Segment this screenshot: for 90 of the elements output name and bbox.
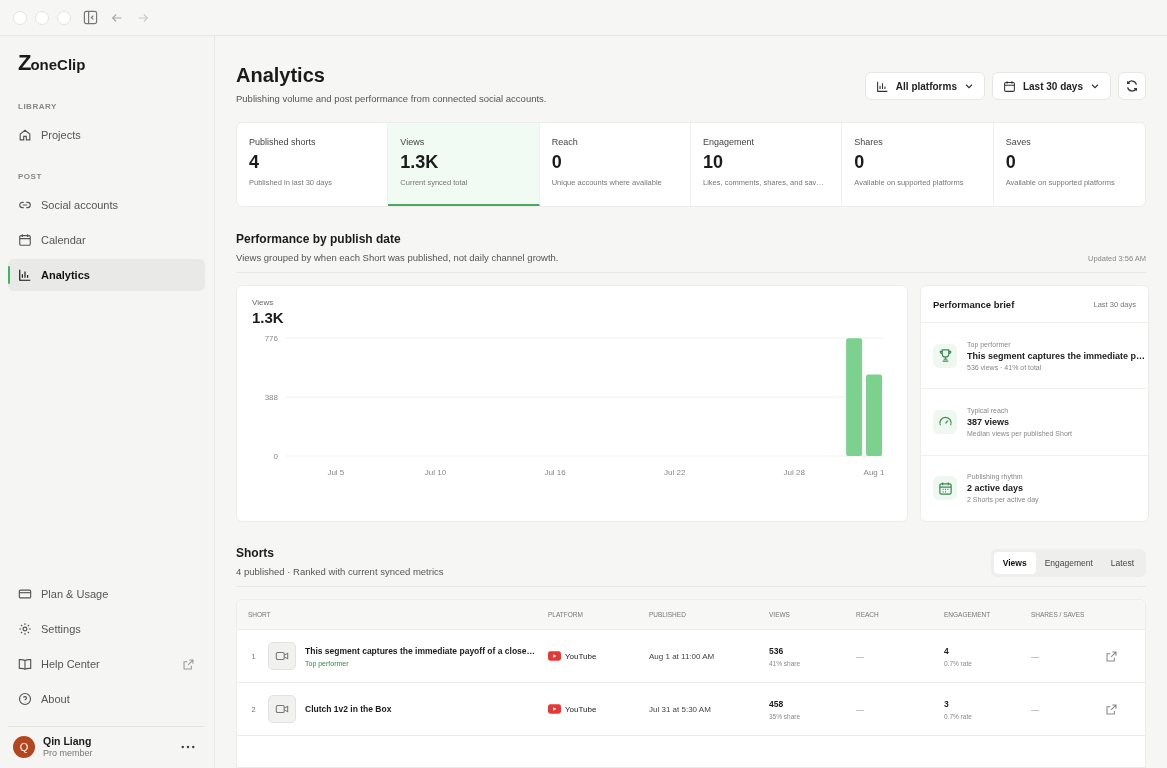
engagement-count: 4 (944, 645, 949, 656)
calendar-icon (933, 476, 957, 501)
platform-filter[interactable]: All platforms (864, 72, 985, 100)
external-link-icon[interactable] (1105, 649, 1118, 663)
stat-value: 4 (249, 152, 259, 173)
brief-value: 387 views (967, 417, 1010, 427)
settings-icon (18, 622, 32, 636)
sidebar-item[interactable]: Calendar (8, 224, 205, 256)
bar-chart-icon (875, 79, 889, 93)
card-title: Performance brief (933, 298, 1015, 310)
user-name: Qin Liang (43, 735, 92, 747)
play-logo-icon (548, 704, 561, 714)
sort-tab[interactable]: Views (993, 552, 1036, 574)
sidebar-item[interactable]: Social accounts (8, 189, 205, 221)
axis-label: Jul 10 (424, 468, 447, 477)
axis-label: Jul 5 (327, 468, 345, 477)
chart-label: Views (252, 298, 274, 307)
axis-label: 0 (273, 452, 278, 461)
page-title: Analytics (236, 64, 325, 87)
date-range-filter[interactable]: Last 30 days (991, 72, 1111, 100)
views-count: 536 (769, 645, 784, 656)
stat-label: Shares (854, 137, 883, 147)
sidebar-item[interactable]: Help Center (8, 648, 205, 680)
question-icon (18, 692, 32, 706)
axis-label: 776 (264, 334, 278, 343)
shares-saves-value: — (1031, 651, 1039, 661)
calendar-icon (1002, 79, 1016, 93)
short-title[interactable]: Clutch 1v2 in the Box (305, 704, 392, 714)
stat-label: Reach (551, 137, 578, 147)
chevron-down-icon (963, 81, 974, 91)
platform-name: YouTube (565, 651, 597, 661)
publish-date: Aug 1 at 11:00 AM (649, 651, 715, 661)
axis-label: Jul 28 (783, 468, 805, 477)
gauge-icon (933, 410, 957, 434)
section-title: Performance by publish date (236, 232, 401, 246)
section-title: Shorts (236, 546, 274, 560)
stat-label: Saves (1005, 137, 1031, 147)
sidebar-item[interactable]: Analytics (8, 259, 205, 291)
page-subtitle: Publishing volume and post performance from connected social accounts. (236, 93, 547, 104)
brief-value: This segment captures the immediate p… (967, 350, 1146, 361)
sort-tab[interactable]: Engagement (1035, 552, 1102, 574)
section-subtitle: 4 published · Ranked with current synced metrics (236, 566, 444, 577)
section-subtitle: Views grouped by when each Short was published, not daily channel growth. (236, 252, 559, 263)
axis-label: 388 (264, 393, 278, 402)
sidebar-item[interactable]: About (8, 683, 205, 715)
brief-value: 2 active days (967, 483, 1024, 494)
stat-value: 0 (1005, 152, 1016, 173)
avatar: Q (13, 735, 35, 758)
stat-label: Published shorts (249, 137, 316, 147)
book-icon (18, 657, 32, 671)
publish-date: Jul 31 at 5:30 AM (649, 704, 711, 714)
views-count: 458 (769, 698, 784, 709)
stat-label: Engagement (703, 137, 755, 147)
play-logo-icon (548, 651, 561, 661)
sidebar-item[interactable]: Settings (8, 613, 205, 645)
stat-value: 10 (703, 152, 723, 173)
card-icon (18, 587, 32, 601)
chart-total: 1.3K (252, 309, 284, 326)
reach-value: — (856, 651, 864, 661)
axis-label: Jul 22 (664, 468, 686, 477)
refresh-button[interactable] (1118, 72, 1146, 100)
trophy-icon (933, 343, 957, 368)
platform-name: YouTube (565, 704, 597, 714)
stat-value: 1.3K (400, 152, 439, 173)
shares-saves-value: — (1031, 704, 1039, 714)
stat-label: Views (400, 137, 425, 147)
reach-value: — (856, 704, 864, 714)
axis-label: Jul 16 (544, 468, 566, 477)
chevron-down-icon (1090, 81, 1100, 91)
video-thumbnail-icon (268, 642, 296, 670)
stat-value: 0 (551, 152, 562, 173)
user-role: Pro member (43, 748, 93, 758)
short-title[interactable]: This segment captures the immediate payoff of a close… (305, 645, 536, 656)
chart-icon (18, 268, 32, 282)
sort-tab[interactable]: Latest (1101, 552, 1143, 574)
calendar-icon (18, 233, 32, 247)
sidebar-item[interactable]: Projects (8, 119, 205, 151)
sidebar-toggle-icon[interactable] (83, 10, 98, 25)
external-link-icon[interactable] (1105, 702, 1118, 716)
home-icon (18, 128, 32, 142)
engagement-count: 3 (944, 698, 949, 709)
section-heading: LIBRARY (18, 102, 57, 111)
axis-label: Aug 1 (863, 468, 885, 477)
more-icon[interactable] (181, 744, 195, 749)
stat-value: 0 (854, 152, 865, 173)
refresh-icon (1125, 79, 1139, 93)
sidebar-item[interactable]: Plan & Usage (8, 578, 205, 610)
video-thumbnail-icon (268, 695, 296, 723)
app-logo: ZoneClip (18, 50, 86, 76)
section-heading: POST (18, 172, 42, 181)
